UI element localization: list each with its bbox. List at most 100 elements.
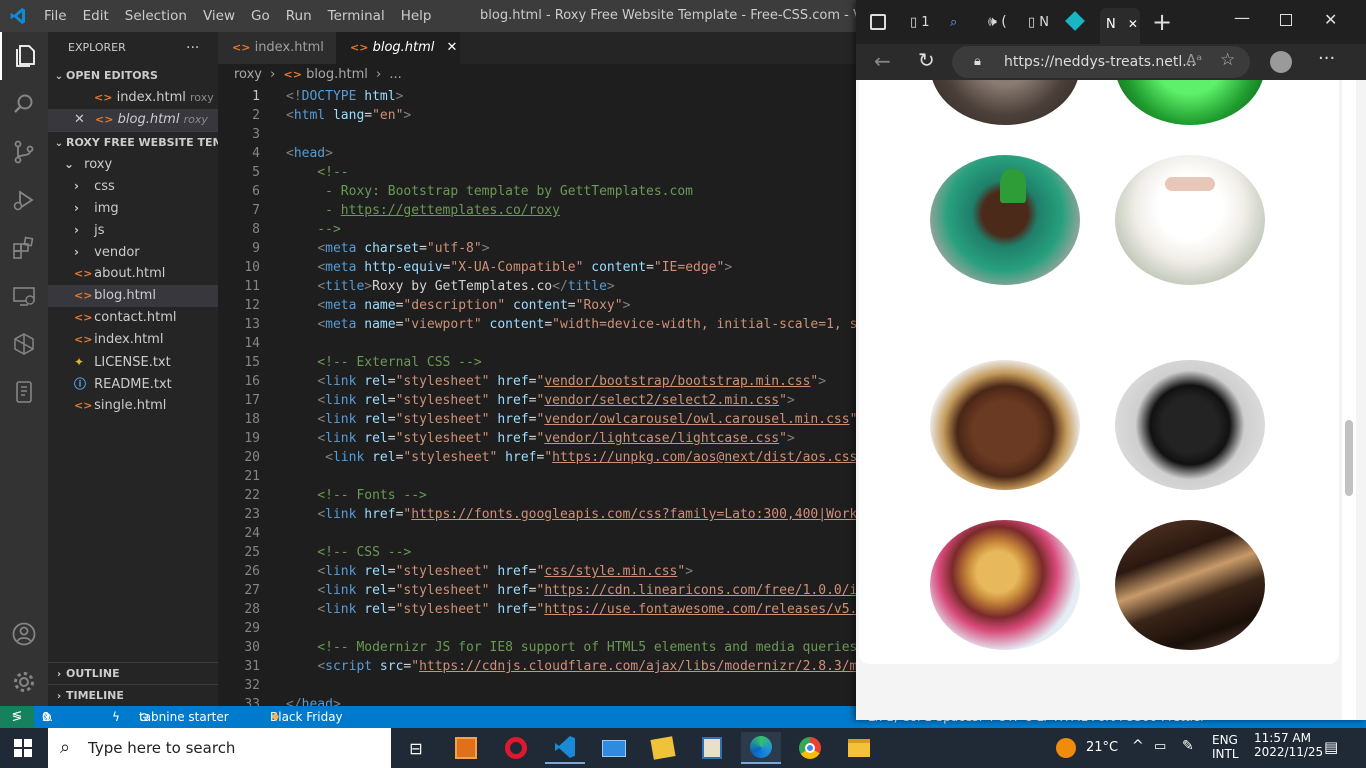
- tree-item-single-html[interactable]: <> single.html: [48, 395, 218, 417]
- profile-avatar[interactable]: [1270, 51, 1292, 73]
- tree-item-about-html[interactable]: <> about.html: [48, 263, 218, 285]
- browser-tab-2[interactable]: ⌕: [950, 15, 957, 30]
- code-line[interactable]: 28 <link rel="stylesheet" href="https://…: [218, 600, 858, 619]
- favorites-icon[interactable]: ☆: [1220, 50, 1235, 70]
- code-line[interactable]: 27 <link rel="stylesheet" href="https://…: [218, 581, 858, 600]
- menu-file[interactable]: File: [36, 0, 75, 32]
- remote-explorer-icon[interactable]: [0, 272, 48, 320]
- browser-tab-1[interactable]: ▯ 1: [910, 15, 930, 30]
- more-actions-icon[interactable]: ···: [186, 37, 216, 59]
- code-line[interactable]: 17 <link rel="stylesheet" href="vendor/s…: [218, 391, 858, 410]
- code-line[interactable]: 6 - Roxy: Bootstrap template by GettTemp…: [218, 182, 858, 201]
- code-line[interactable]: 24: [218, 524, 858, 543]
- code-line[interactable]: 30 <!-- Modernizr JS for IE8 support of …: [218, 638, 858, 657]
- app-tool-icon[interactable]: [692, 732, 732, 764]
- menu-edit[interactable]: Edit: [75, 0, 117, 32]
- tab-actions-icon[interactable]: [870, 14, 886, 30]
- tree-item-contact-html[interactable]: <> contact.html: [48, 307, 218, 329]
- windows-start-icon[interactable]: [14, 739, 32, 757]
- chocolate-tart-image[interactable]: [930, 360, 1080, 490]
- app-orange-icon[interactable]: [446, 732, 486, 764]
- clock[interactable]: 11:57 AM 2022/11/25: [1254, 731, 1323, 759]
- read-aloud-icon[interactable]: Aᵃ: [1186, 51, 1202, 69]
- code-line[interactable]: 29: [218, 619, 858, 638]
- code-line[interactable]: 26 <link rel="stylesheet" href="css/styl…: [218, 562, 858, 581]
- code-line[interactable]: 20 <link rel="stylesheet" href="https://…: [218, 448, 858, 467]
- page-scrollbar[interactable]: [1342, 80, 1356, 720]
- cake-image-1[interactable]: [930, 80, 1080, 125]
- code-line[interactable]: 5 <!--: [218, 163, 858, 182]
- liveshare-icon[interactable]: [0, 320, 48, 368]
- browser-tab-audio[interactable]: 🕪 (: [988, 14, 1007, 30]
- open-editor-item-active[interactable]: ✕ <> blog.html roxy: [48, 109, 218, 131]
- close-tab-icon[interactable]: ✕: [1128, 17, 1138, 31]
- tree-item-css[interactable]: › css: [48, 175, 218, 197]
- minimize-icon[interactable]: —: [1234, 8, 1250, 27]
- refresh-icon[interactable]: ↻: [918, 48, 935, 72]
- lightning-icon[interactable]: ϟ: [112, 706, 120, 728]
- code-line[interactable]: 18 <link rel="stylesheet" href="vendor/o…: [218, 410, 858, 429]
- code-line[interactable]: 12 <meta name="description" content="Rox…: [218, 296, 858, 315]
- tree-item-roxy[interactable]: ⌄ roxy: [48, 153, 218, 175]
- close-icon[interactable]: ✕: [74, 112, 85, 127]
- network-icon[interactable]: ▭: [1154, 739, 1166, 754]
- code-line[interactable]: 13 <meta name="viewport" content="width=…: [218, 315, 858, 334]
- manage-gear-icon[interactable]: [0, 658, 48, 706]
- address-bar[interactable]: 🔒︎ https://neddys-treats.netl...: [952, 46, 1250, 78]
- cake-image-2[interactable]: [1115, 80, 1265, 125]
- browser-tab-active[interactable]: N ✕: [1100, 8, 1140, 44]
- pen-icon[interactable]: ✎: [1182, 738, 1194, 754]
- code-line[interactable]: 16 <link rel="stylesheet" href="vendor/b…: [218, 372, 858, 391]
- tree-item-img[interactable]: › img: [48, 197, 218, 219]
- tree-item-readme-txt[interactable]: ⓘ README.txt: [48, 373, 218, 395]
- code-line[interactable]: 21: [218, 467, 858, 486]
- code-line[interactable]: 23 <link href="https://fonts.googleapis.…: [218, 505, 858, 524]
- tree-item-js[interactable]: › js: [48, 219, 218, 241]
- code-line[interactable]: 9 <meta charset="utf-8">: [218, 239, 858, 258]
- code-editor[interactable]: 1 <!DOCTYPE html> 2 <html lang="en"> 3 4 <head…: [218, 86, 858, 706]
- weather-sun-icon[interactable]: [1056, 738, 1076, 758]
- open-editors-section[interactable]: ⌄ OPEN EDITORS: [48, 65, 218, 87]
- chocolate-layer-cake-image[interactable]: [1115, 520, 1265, 650]
- code-line[interactable]: 3: [218, 125, 858, 144]
- code-line[interactable]: 19 <link rel="stylesheet" href="vendor/l…: [218, 429, 858, 448]
- close-window-icon[interactable]: ✕: [1324, 10, 1337, 29]
- menu-terminal[interactable]: Terminal: [320, 0, 393, 32]
- code-line[interactable]: 31 <script src="https://cdnjs.cloudflare…: [218, 657, 858, 676]
- code-line[interactable]: 2 <html lang="en">: [218, 106, 858, 125]
- language-indicator[interactable]: ENG INTL: [1212, 733, 1239, 761]
- tree-item-blog-html[interactable]: <> blog.html: [48, 285, 218, 307]
- tree-item-index-html[interactable]: <> index.html: [48, 329, 218, 351]
- explorer-icon[interactable]: [0, 32, 48, 80]
- timeline-section[interactable]: › TIMELINE: [48, 684, 218, 706]
- code-line[interactable]: 11 <title>Roxy by GetTemplates.co</title…: [218, 277, 858, 296]
- menu-selection[interactable]: Selection: [117, 0, 195, 32]
- task-view-icon[interactable]: ⊟: [396, 732, 436, 764]
- opera-icon[interactable]: [496, 732, 536, 764]
- new-tab-icon[interactable]: +: [1152, 8, 1172, 36]
- settings-more-icon[interactable]: ···: [1318, 48, 1335, 69]
- source-control-icon[interactable]: [0, 128, 48, 176]
- tab-index-html[interactable]: <> index.html: [218, 32, 336, 64]
- remote-indicator-icon[interactable]: ≶: [0, 706, 34, 728]
- code-line[interactable]: 14: [218, 334, 858, 353]
- code-line[interactable]: 4 <head>: [218, 144, 858, 163]
- code-line[interactable]: 1 <!DOCTYPE html>: [218, 87, 858, 106]
- tray-overflow-icon[interactable]: ^: [1132, 738, 1144, 754]
- scrollbar-thumb[interactable]: [1345, 420, 1353, 496]
- tree-item-license-txt[interactable]: ✦ LICENSE.txt: [48, 351, 218, 373]
- code-line[interactable]: 10 <meta http-equiv = "X-UA-Compatible" co…: [218, 258, 858, 277]
- menu-go[interactable]: Go: [243, 0, 278, 32]
- vscode-taskbar-icon[interactable]: [545, 732, 585, 764]
- dinosaur-cake-image[interactable]: [930, 155, 1080, 285]
- browser-tab-3[interactable]: ▯ N: [1028, 15, 1049, 30]
- file-explorer-icon[interactable]: [839, 732, 879, 764]
- open-editor-item[interactable]: <> index.html roxy: [48, 87, 218, 109]
- code-line[interactable]: 25 <!-- CSS -->: [218, 543, 858, 562]
- weather-temp[interactable]: 21°C: [1086, 740, 1118, 755]
- accounts-icon[interactable]: [0, 610, 48, 658]
- code-line[interactable]: 33 </head>: [218, 695, 858, 706]
- wedding-cake-image[interactable]: [1115, 155, 1265, 285]
- menu-help[interactable]: Help: [393, 0, 440, 32]
- notifications-icon[interactable]: ▤: [1324, 738, 1338, 756]
